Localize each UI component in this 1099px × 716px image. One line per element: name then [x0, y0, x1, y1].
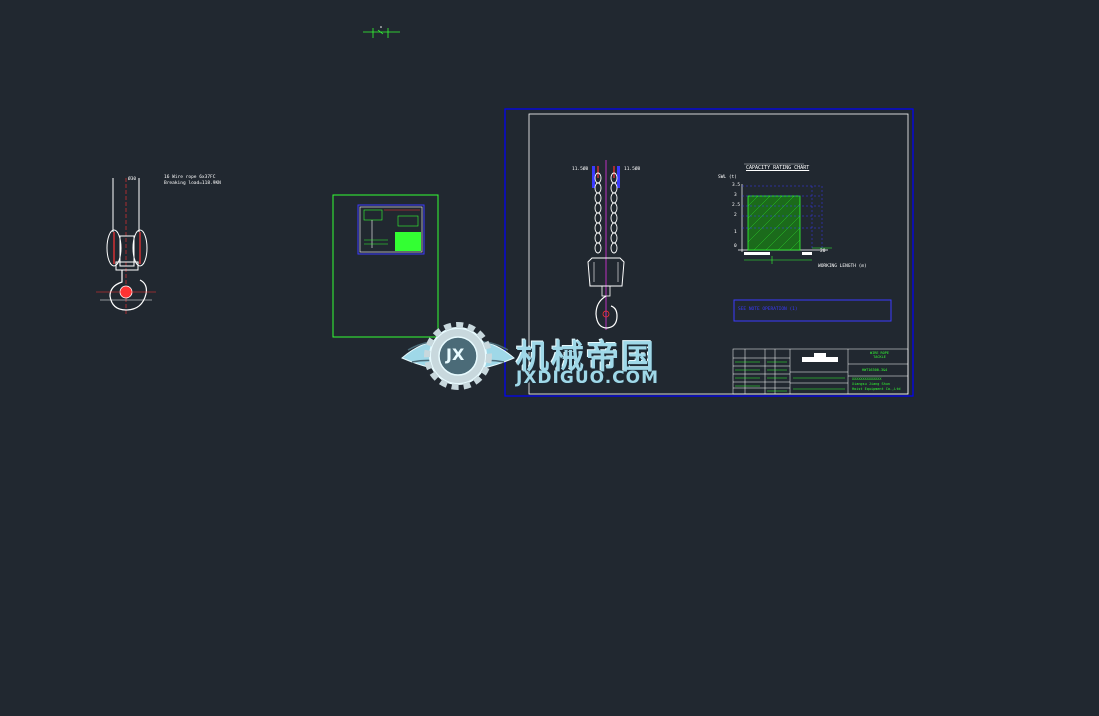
- left-hook-drawing[interactable]: [96, 178, 156, 316]
- capacity-rating-chart[interactable]: [738, 163, 832, 264]
- chart-y-tick: 3: [734, 193, 737, 198]
- ucs-marker-icon: [363, 26, 400, 38]
- chart-y-tick: 3.5: [732, 183, 741, 188]
- title-block-drawing-no: HWT16300-3&4: [862, 368, 888, 372]
- chart-y-tick: 2.5: [732, 203, 741, 208]
- note-box-text: SEE NOTE OPERATION (1): [738, 307, 798, 312]
- chart-y-tick: 0: [734, 244, 737, 249]
- left-hook-note-line1: 16 Wire rope 6x37FC: [164, 175, 216, 180]
- dim-left-label: 11.5Ø8: [572, 167, 589, 172]
- chart-x-end-label: 20: [820, 249, 826, 254]
- title-block-company3: Hoist Equipment Co.,Ltd: [852, 387, 901, 391]
- left-hook-top-label: Ø30: [128, 177, 137, 182]
- title-block-company2: Xiangsu Jiang Shun: [852, 382, 890, 386]
- chain-hoist-drawing[interactable]: [587, 160, 625, 330]
- left-hook-note-line2: Breaking load=118.9KN: [164, 181, 221, 186]
- watermark-badge: JX: [446, 345, 465, 364]
- sheet-thumbnail[interactable]: [332, 194, 439, 338]
- dim-right-label: 11.5Ø8: [624, 167, 641, 172]
- chart-x-axis-label: WORKING LENGTH (m): [818, 264, 867, 269]
- chart-title: CAPACITY RATING CHART: [746, 165, 810, 171]
- chart-y-tick: 2: [734, 213, 737, 218]
- title-block-company1: XXXXXXXXXXXXXX: [852, 377, 882, 381]
- chart-y-tick: 1: [734, 230, 737, 235]
- watermark-en-text: JXDIGUO.COM: [516, 368, 660, 388]
- title-block-name: WIRE ROPE TACKLE: [870, 351, 889, 359]
- chart-y-axis-label: SWL (t): [718, 175, 737, 180]
